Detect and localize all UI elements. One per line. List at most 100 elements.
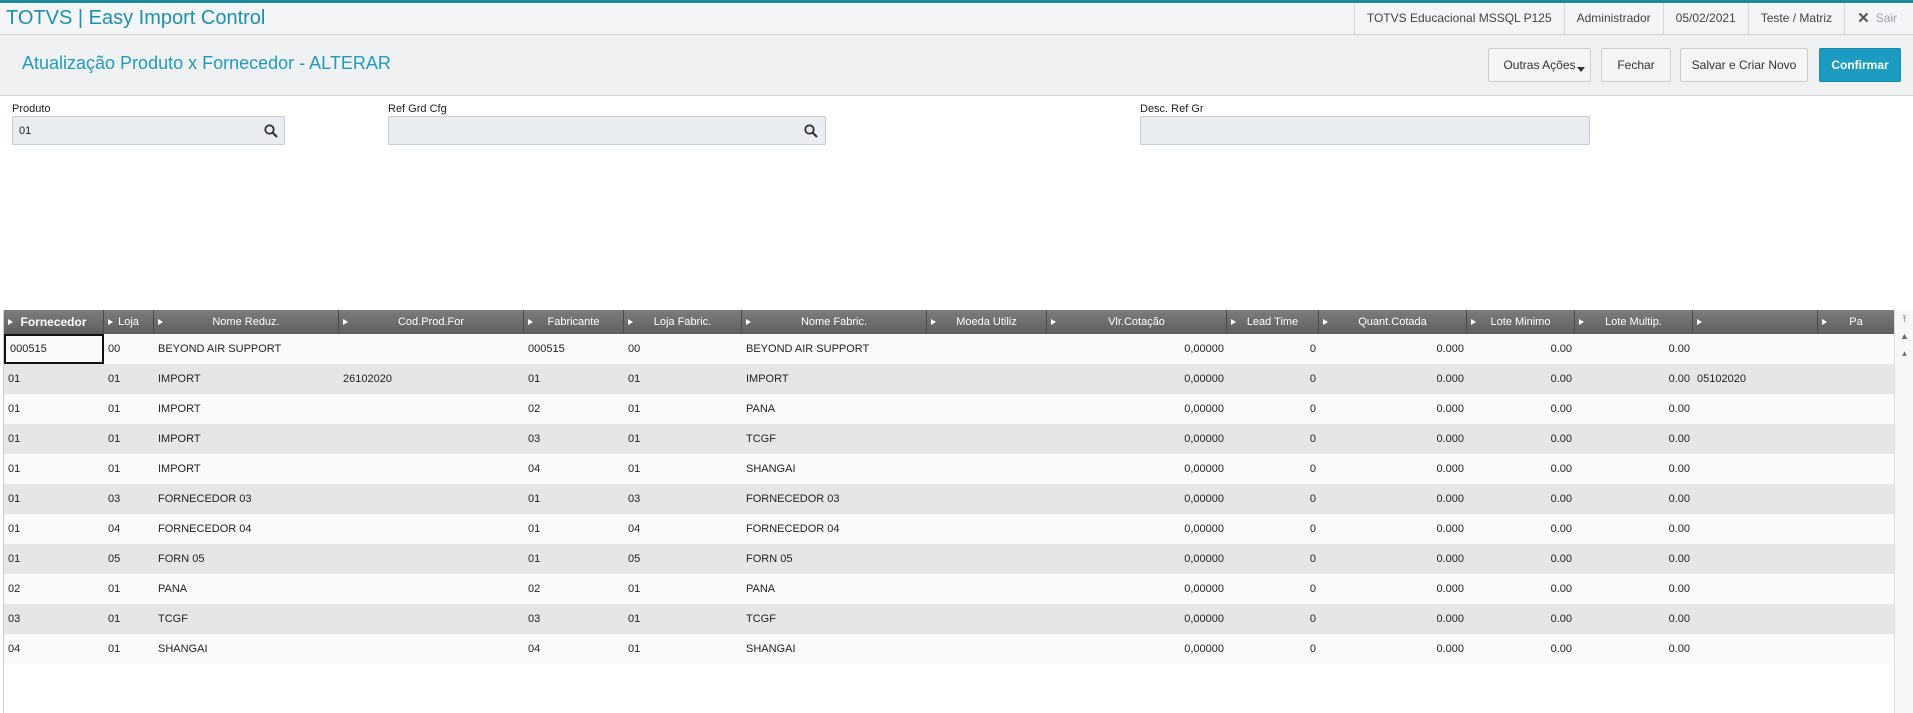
column-header-pa[interactable]: Pa: [1818, 310, 1895, 334]
cell-nome-fabric[interactable]: IMPORT: [742, 364, 927, 394]
grid-vertical-scrollbar[interactable]: ⤒ ▲ ▴: [1894, 310, 1913, 713]
cell-loja[interactable]: 01: [104, 634, 154, 664]
cell-loja-fabric[interactable]: 01: [624, 454, 742, 484]
cell-fabricante[interactable]: 01: [524, 544, 624, 574]
cell-nome-fabric[interactable]: SHANGAI: [742, 634, 927, 664]
cell-nome-reduz[interactable]: BEYOND AIR SUPPORT: [154, 334, 339, 364]
save-new-button[interactable]: Salvar e Criar Novo: [1680, 48, 1808, 82]
expand-arrow-icon[interactable]: [746, 319, 751, 325]
cell-quant-cotada[interactable]: 0.000: [1319, 484, 1467, 514]
cell-nome-fabric[interactable]: SHANGAI: [742, 454, 927, 484]
cell-fabricante[interactable]: 01: [524, 484, 624, 514]
cell-extra[interactable]: [1693, 454, 1818, 484]
cell-pa[interactable]: [1818, 484, 1895, 514]
cell-nome-reduz[interactable]: IMPORT: [154, 364, 339, 394]
cell-pa[interactable]: [1818, 544, 1895, 574]
cell-moeda-utiliz[interactable]: [927, 574, 1047, 604]
cell-loja-fabric[interactable]: 01: [624, 574, 742, 604]
cell-moeda-utiliz[interactable]: [927, 484, 1047, 514]
cell-fabricante[interactable]: 02: [524, 574, 624, 604]
cell-lote-minimo[interactable]: 0.00: [1467, 364, 1575, 394]
expand-arrow-icon[interactable]: [1822, 319, 1827, 325]
expand-arrow-icon[interactable]: [931, 319, 936, 325]
cell-vlr-cotacao[interactable]: 0,00000: [1047, 514, 1227, 544]
expand-arrow-icon[interactable]: [108, 319, 113, 325]
table-row[interactable]: 02 01 PANA 02 01 PANA 0,00000 0 0.000 0.00 0.00: [4, 574, 1895, 604]
cell-nome-fabric[interactable]: FORNECEDOR 03: [742, 484, 927, 514]
cell-fornecedor[interactable]: 000515: [4, 334, 104, 364]
cell-lote-minimo[interactable]: 0.00: [1467, 514, 1575, 544]
cell-lead-time[interactable]: 0: [1227, 574, 1319, 604]
cell-fornecedor[interactable]: 01: [4, 514, 104, 544]
cell-moeda-utiliz[interactable]: [927, 424, 1047, 454]
cell-vlr-cotacao[interactable]: 0,00000: [1047, 544, 1227, 574]
search-icon[interactable]: [803, 123, 819, 139]
cell-lote-multip[interactable]: 0.00: [1575, 544, 1693, 574]
cell-vlr-cotacao[interactable]: 0,00000: [1047, 364, 1227, 394]
scroll-up-icon[interactable]: ▴: [1898, 347, 1911, 359]
column-header-fornecedor[interactable]: Fornecedor: [4, 310, 104, 334]
cell-fornecedor[interactable]: 01: [4, 454, 104, 484]
cell-fornecedor[interactable]: 01: [4, 364, 104, 394]
cell-extra[interactable]: [1693, 544, 1818, 574]
cell-moeda-utiliz[interactable]: [927, 544, 1047, 574]
cell-fornecedor[interactable]: 03: [4, 604, 104, 634]
table-row[interactable]: 01 04 FORNECEDOR 04 01 04 FORNECEDOR 04 0,0000…: [4, 514, 1895, 544]
scroll-top-icon[interactable]: ⤒: [1898, 313, 1911, 325]
cell-loja-fabric[interactable]: 01: [624, 394, 742, 424]
expand-arrow-icon[interactable]: [158, 319, 163, 325]
cell-fabricante[interactable]: 01: [524, 364, 624, 394]
cell-nome-reduz[interactable]: PANA: [154, 574, 339, 604]
cell-extra[interactable]: 05102020: [1693, 364, 1818, 394]
column-header-nome-fabric[interactable]: Nome Fabric.: [742, 310, 927, 334]
cell-cod-prod-for[interactable]: [339, 514, 524, 544]
cell-quant-cotada[interactable]: 0.000: [1319, 604, 1467, 634]
cell-fabricante[interactable]: 01: [524, 514, 624, 544]
cell-lead-time[interactable]: 0: [1227, 484, 1319, 514]
cell-nome-fabric[interactable]: BEYOND AIR SUPPORT: [742, 334, 927, 364]
column-header-cod-prod-for[interactable]: Cod.Prod.For: [339, 310, 524, 334]
cell-lote-minimo[interactable]: 0.00: [1467, 484, 1575, 514]
expand-arrow-icon[interactable]: [8, 319, 13, 325]
cell-lead-time[interactable]: 0: [1227, 394, 1319, 424]
cell-extra[interactable]: [1693, 514, 1818, 544]
cell-fabricante[interactable]: 04: [524, 634, 624, 664]
cell-fornecedor[interactable]: 01: [4, 484, 104, 514]
cell-lote-multip[interactable]: 0.00: [1575, 484, 1693, 514]
cell-lote-minimo[interactable]: 0.00: [1467, 634, 1575, 664]
cell-lead-time[interactable]: 0: [1227, 334, 1319, 364]
cell-moeda-utiliz[interactable]: [927, 364, 1047, 394]
cell-pa[interactable]: [1818, 514, 1895, 544]
table-row[interactable]: 01 01 IMPORT 02 01 PANA 0,00000 0 0.000 0.00 0.00: [4, 394, 1895, 424]
column-header-extra[interactable]: [1693, 310, 1818, 334]
column-header-moeda-utiliz[interactable]: Moeda Utiliz: [927, 310, 1047, 334]
ref-grd-cfg-field[interactable]: [388, 116, 826, 145]
cell-cod-prod-for[interactable]: [339, 424, 524, 454]
cell-quant-cotada[interactable]: 0.000: [1319, 634, 1467, 664]
cell-cod-prod-for[interactable]: 26102020: [339, 364, 524, 394]
cell-lote-multip[interactable]: 0.00: [1575, 334, 1693, 364]
cell-fabricante[interactable]: 04: [524, 454, 624, 484]
cell-nome-reduz[interactable]: FORN 05: [154, 544, 339, 574]
cell-loja[interactable]: 05: [104, 544, 154, 574]
column-header-vlr-cotacao[interactable]: Vlr.Cotação: [1047, 310, 1227, 334]
cell-pa[interactable]: [1818, 424, 1895, 454]
cell-vlr-cotacao[interactable]: 0,00000: [1047, 484, 1227, 514]
cell-extra[interactable]: [1693, 574, 1818, 604]
cell-nome-reduz[interactable]: FORNECEDOR 03: [154, 484, 339, 514]
cell-nome-fabric[interactable]: FORNECEDOR 04: [742, 514, 927, 544]
cell-quant-cotada[interactable]: 0.000: [1319, 574, 1467, 604]
cell-loja[interactable]: 00: [104, 334, 154, 364]
cell-extra[interactable]: [1693, 424, 1818, 454]
cell-quant-cotada[interactable]: 0.000: [1319, 454, 1467, 484]
expand-arrow-icon[interactable]: [628, 319, 633, 325]
cell-fornecedor[interactable]: 01: [4, 544, 104, 574]
cell-loja[interactable]: 04: [104, 514, 154, 544]
expand-arrow-icon[interactable]: [528, 319, 533, 325]
cell-moeda-utiliz[interactable]: [927, 334, 1047, 364]
cell-moeda-utiliz[interactable]: [927, 454, 1047, 484]
cell-lote-minimo[interactable]: 0.00: [1467, 574, 1575, 604]
cell-extra[interactable]: [1693, 604, 1818, 634]
expand-arrow-icon[interactable]: [343, 319, 348, 325]
desc-ref-gr-field[interactable]: [1140, 116, 1590, 145]
